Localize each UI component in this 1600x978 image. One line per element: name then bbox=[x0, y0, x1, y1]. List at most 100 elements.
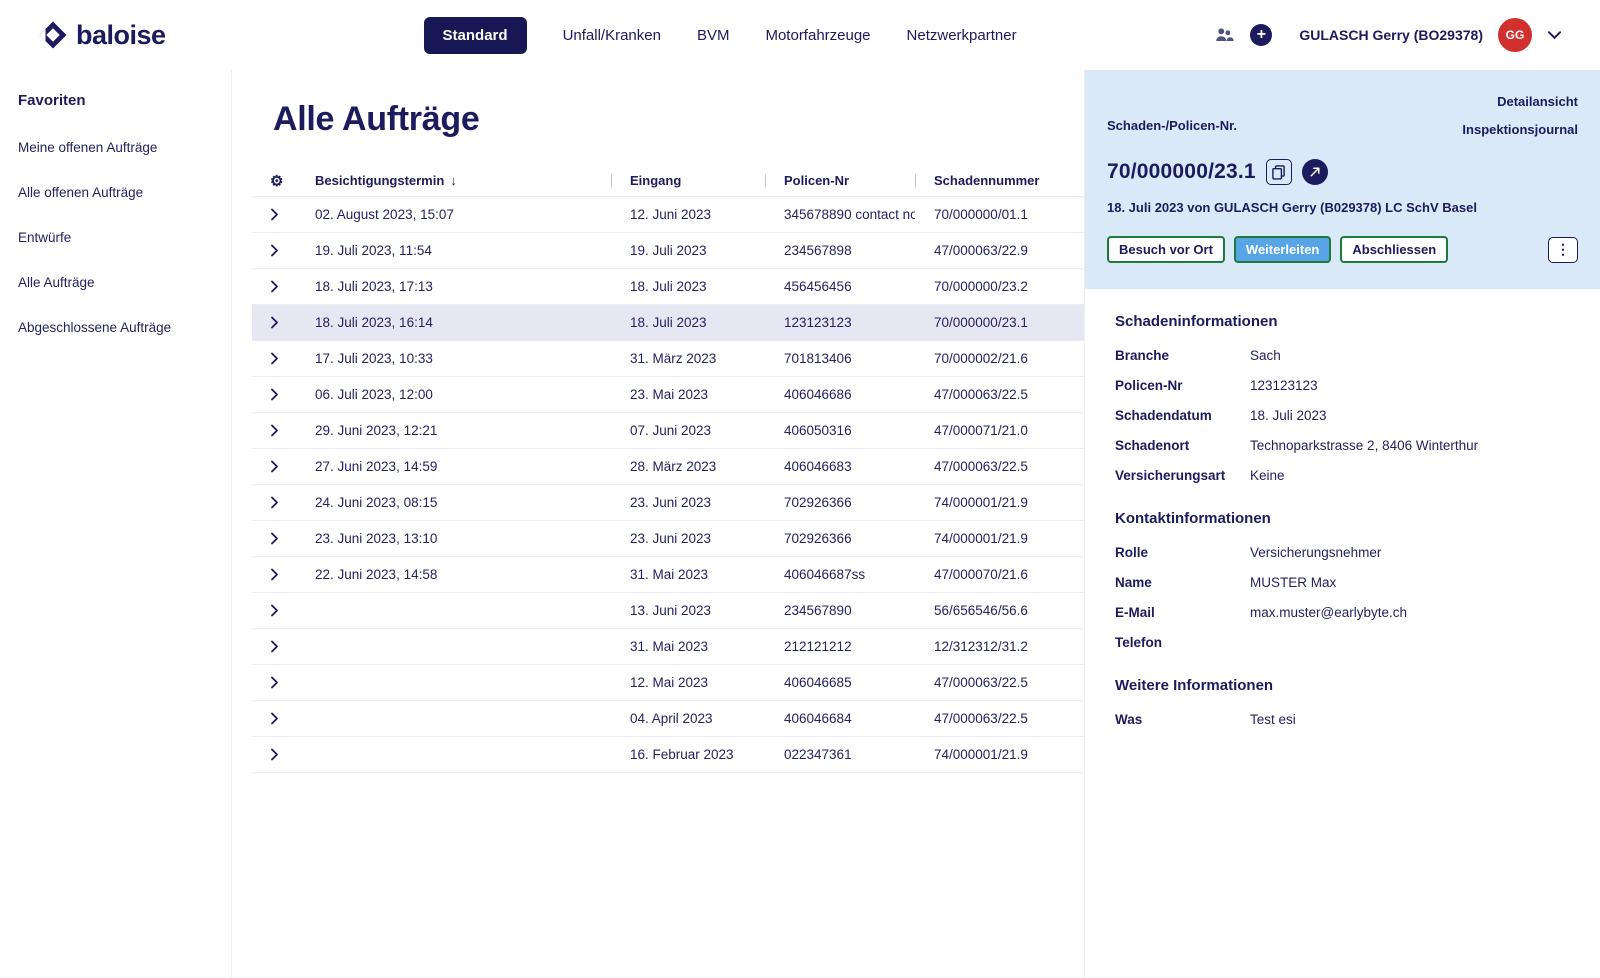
table-header: ⚙ Besichtigungstermin↓ Eingang Policen-N… bbox=[252, 165, 1084, 197]
field-value: Test esi bbox=[1250, 712, 1570, 727]
chevron-right-icon[interactable] bbox=[252, 532, 296, 545]
chevron-right-icon[interactable] bbox=[252, 640, 296, 653]
cell-eingang: 23. Mai 2023 bbox=[611, 387, 765, 402]
sidebar-item-abgeschlossene-auftraege[interactable]: Abgeschlossene Aufträge bbox=[18, 305, 213, 350]
chevron-right-icon[interactable] bbox=[252, 748, 296, 761]
forward-button[interactable] bbox=[1302, 159, 1328, 185]
cell-besichtigungstermin: 23. Juni 2023, 13:10 bbox=[296, 531, 611, 546]
cell-schadennummer: 47/000070/21.6 bbox=[915, 567, 1084, 582]
field-label: Name bbox=[1115, 575, 1250, 590]
table-row[interactable]: 19. Juli 2023, 11:54 19. Juli 2023 23456… bbox=[252, 233, 1084, 269]
tab-standard[interactable]: Standard bbox=[424, 17, 527, 54]
field-value: MUSTER Max bbox=[1250, 575, 1570, 590]
chevron-right-icon[interactable] bbox=[252, 424, 296, 437]
cell-eingang: 16. Februar 2023 bbox=[611, 747, 765, 762]
field-row: Was Test esi bbox=[1115, 704, 1570, 734]
sidebar-item-alle-auftraege[interactable]: Alle Aufträge bbox=[18, 260, 213, 305]
column-besichtigungstermin[interactable]: Besichtigungstermin↓ bbox=[296, 173, 611, 188]
table-row[interactable]: 06. Juli 2023, 12:00 23. Mai 2023 406046… bbox=[252, 377, 1084, 413]
table-row[interactable]: 12. Mai 2023 406046685 47/000063/22.5 bbox=[252, 665, 1084, 701]
cell-policen-nr: 702926366 bbox=[765, 531, 915, 546]
chevron-right-icon[interactable] bbox=[252, 280, 296, 293]
cell-eingang: 18. Juli 2023 bbox=[611, 315, 765, 330]
table-row[interactable]: 17. Juli 2023, 10:33 31. März 2023 70181… bbox=[252, 341, 1084, 377]
cell-eingang: 12. Mai 2023 bbox=[611, 675, 765, 690]
tab-bvm[interactable]: BVM bbox=[697, 27, 730, 44]
chevron-right-icon[interactable] bbox=[252, 496, 296, 509]
field-label: Rolle bbox=[1115, 545, 1250, 560]
baloise-logo[interactable]: baloise bbox=[38, 20, 166, 51]
chevron-right-icon[interactable] bbox=[252, 388, 296, 401]
baloise-diamond-icon bbox=[38, 20, 68, 50]
table-row[interactable]: 04. April 2023 406046684 47/000063/22.5 bbox=[252, 701, 1084, 737]
cell-schadennummer: 47/000063/22.5 bbox=[915, 387, 1084, 402]
field-row: E-Mail max.muster@earlybyte.ch bbox=[1115, 597, 1570, 627]
table-row[interactable]: 29. Juni 2023, 12:21 07. Juni 2023 40605… bbox=[252, 413, 1084, 449]
link-detailansicht[interactable]: Detailansicht bbox=[1497, 94, 1578, 109]
chevron-right-icon[interactable] bbox=[252, 568, 296, 581]
weiterleiten-button[interactable]: Weiterleiten bbox=[1234, 236, 1331, 263]
info-section: Schadeninformationen Branche Sach Police… bbox=[1115, 313, 1570, 490]
user-name[interactable]: GULASCH Gerry (BO29378) bbox=[1299, 27, 1483, 43]
cell-besichtigungstermin: 17. Juli 2023, 10:33 bbox=[296, 351, 611, 366]
sidebar-item-meine-offenen-auftraege[interactable]: Meine offenen Aufträge bbox=[18, 125, 213, 170]
more-options-button[interactable]: ⋮ bbox=[1548, 237, 1578, 263]
tab-netzwerkpartner[interactable]: Netzwerkpartner bbox=[907, 27, 1017, 44]
users-icon[interactable] bbox=[1213, 24, 1235, 46]
top-bar: baloise Standard Unfall/Kranken BVM Moto… bbox=[0, 0, 1600, 70]
chevron-right-icon[interactable] bbox=[252, 244, 296, 257]
cell-policen-nr: 345678890 contact no bbox=[765, 207, 915, 222]
table-row[interactable]: 18. Juli 2023, 16:14 18. Juli 2023 12312… bbox=[252, 305, 1084, 341]
chevron-right-icon[interactable] bbox=[252, 208, 296, 221]
sidebar-item-alle-offenen-auftraege[interactable]: Alle offenen Aufträge bbox=[18, 170, 213, 215]
sidebar-item-entwuerfe[interactable]: Entwürfe bbox=[18, 215, 213, 260]
section-fields: Was Test esi bbox=[1115, 704, 1570, 734]
column-eingang[interactable]: Eingang bbox=[611, 173, 765, 188]
tab-motorfahrzeuge[interactable]: Motorfahrzeuge bbox=[765, 27, 870, 44]
field-label: Schadenort bbox=[1115, 438, 1250, 453]
chevron-right-icon[interactable] bbox=[252, 352, 296, 365]
table-row[interactable]: 18. Juli 2023, 17:13 18. Juli 2023 45645… bbox=[252, 269, 1084, 305]
table-row[interactable]: 23. Juni 2023, 13:10 23. Juni 2023 70292… bbox=[252, 521, 1084, 557]
table-row[interactable]: 24. Juni 2023, 08:15 23. Juni 2023 70292… bbox=[252, 485, 1084, 521]
chevron-right-icon[interactable] bbox=[252, 712, 296, 725]
besuch-vor-ort-button[interactable]: Besuch vor Ort bbox=[1107, 236, 1225, 263]
cell-eingang: 23. Juni 2023 bbox=[611, 495, 765, 510]
add-icon[interactable]: + bbox=[1250, 24, 1272, 46]
chevron-down-icon[interactable] bbox=[1547, 30, 1562, 40]
table-row[interactable]: 16. Februar 2023 022347361 74/000001/21.… bbox=[252, 737, 1084, 773]
cell-eingang: 19. Juli 2023 bbox=[611, 243, 765, 258]
avatar[interactable]: GG bbox=[1498, 18, 1532, 52]
table-body: 02. August 2023, 15:07 12. Juni 2023 345… bbox=[252, 197, 1084, 773]
chevron-right-icon[interactable] bbox=[252, 676, 296, 689]
gear-icon[interactable]: ⚙ bbox=[270, 172, 283, 190]
field-row: Schadenort Technoparkstrasse 2, 8406 Win… bbox=[1115, 430, 1570, 460]
chevron-right-icon[interactable] bbox=[252, 604, 296, 617]
tab-unfall-kranken[interactable]: Unfall/Kranken bbox=[563, 27, 661, 44]
table-row[interactable]: 22. Juni 2023, 14:58 31. Mai 2023 406046… bbox=[252, 557, 1084, 593]
table-row[interactable]: 27. Juni 2023, 14:59 28. März 2023 40604… bbox=[252, 449, 1084, 485]
chevron-right-icon[interactable] bbox=[252, 460, 296, 473]
field-row: Branche Sach bbox=[1115, 340, 1570, 370]
link-inspektionsjournal[interactable]: Inspektionsjournal bbox=[1462, 122, 1578, 137]
cell-besichtigungstermin: 22. Juni 2023, 14:58 bbox=[296, 567, 611, 582]
cell-besichtigungstermin: 18. Juli 2023, 16:14 bbox=[296, 315, 611, 330]
detail-summary: Schaden-/Policen-Nr. Detailansicht Inspe… bbox=[1085, 70, 1600, 289]
table-row[interactable]: 02. August 2023, 15:07 12. Juni 2023 345… bbox=[252, 197, 1084, 233]
abschliessen-button[interactable]: Abschliessen bbox=[1340, 236, 1448, 263]
table-row[interactable]: 13. Juni 2023 234567890 56/656546/56.6 bbox=[252, 593, 1084, 629]
column-schadennummer[interactable]: Schadennummer bbox=[915, 173, 1084, 188]
chevron-right-icon[interactable] bbox=[252, 316, 296, 329]
table-row[interactable]: 31. Mai 2023 212121212 12/312312/31.2 bbox=[252, 629, 1084, 665]
cell-policen-nr: 406046683 bbox=[765, 459, 915, 474]
cell-policen-nr: 406046686 bbox=[765, 387, 915, 402]
main-content: Alle Aufträge ⚙ Besichtigungstermin↓ Ein… bbox=[232, 70, 1084, 978]
copy-button[interactable] bbox=[1266, 159, 1292, 185]
cell-eingang: 31. Mai 2023 bbox=[611, 567, 765, 582]
cell-besichtigungstermin: 18. Juli 2023, 17:13 bbox=[296, 279, 611, 294]
cell-policen-nr: 702926366 bbox=[765, 495, 915, 510]
claim-number-label: Schaden-/Policen-Nr. bbox=[1107, 118, 1237, 137]
column-policen-nr[interactable]: Policen-Nr bbox=[765, 173, 915, 188]
field-value: 18. Juli 2023 bbox=[1250, 408, 1570, 423]
detail-panel: Schaden-/Policen-Nr. Detailansicht Inspe… bbox=[1084, 70, 1600, 978]
